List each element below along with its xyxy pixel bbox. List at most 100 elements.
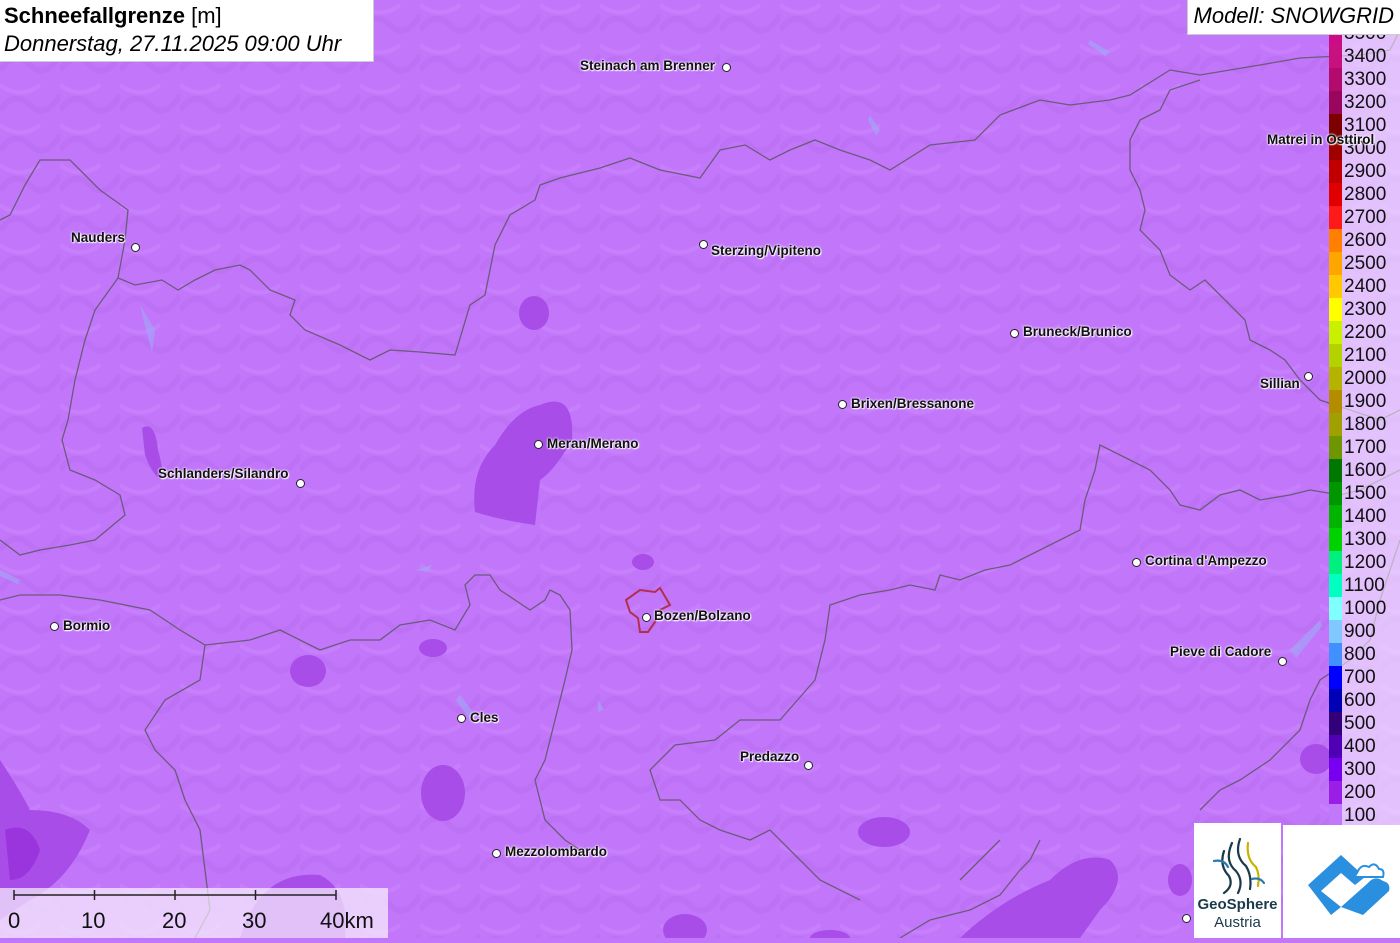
- scale-tick-0: 0: [8, 908, 21, 933]
- city-label: Pieve di Cadore: [1170, 644, 1272, 659]
- legend-swatch: [1329, 206, 1342, 229]
- city-label: Cortina d'Ampezzo: [1145, 553, 1267, 568]
- city-marker-icon: [457, 714, 466, 723]
- legend-label: 1600: [1344, 460, 1387, 481]
- legend-label: 1200: [1344, 552, 1387, 573]
- legend-row: 2700: [1329, 206, 1400, 229]
- legend-label: 1500: [1344, 483, 1387, 504]
- city-marker-icon: [131, 243, 140, 252]
- city-marker-icon: [1304, 372, 1313, 381]
- legend-label: 2300: [1344, 299, 1387, 320]
- legend-label: 2400: [1344, 276, 1387, 297]
- geosphere-austria-logo[interactable]: GeoSphere Austria: [1194, 823, 1281, 938]
- legend-row: 2200: [1329, 321, 1400, 344]
- legend-label: 100: [1344, 805, 1376, 825]
- legend-swatch: [1329, 551, 1342, 574]
- city-marker-icon: [642, 613, 651, 622]
- legend-swatch: [1329, 91, 1342, 114]
- city-marker-icon: [1182, 914, 1191, 923]
- legend-label: 2600: [1344, 230, 1387, 251]
- city-marker-icon: [722, 63, 731, 72]
- legend-row: 1600: [1329, 459, 1400, 482]
- legend-row: 2400: [1329, 275, 1400, 298]
- legend-row: 700: [1329, 666, 1400, 689]
- legend-swatch: [1329, 390, 1342, 413]
- legend-label: 3200: [1344, 92, 1387, 113]
- legend-swatch: [1329, 712, 1342, 735]
- legend-row: 1300: [1329, 528, 1400, 551]
- legend-swatch: [1329, 482, 1342, 505]
- legend-row: 1500: [1329, 482, 1400, 505]
- model-label: Modell: SNOWGRID: [1186, 0, 1400, 35]
- geosphere-emblem-icon: [1212, 837, 1266, 895]
- legend-swatch: [1329, 298, 1342, 321]
- legend-row: 2100: [1329, 344, 1400, 367]
- city-marker-icon: [1278, 657, 1287, 666]
- legend-swatch: [1329, 758, 1342, 781]
- legend-label: 1300: [1344, 529, 1387, 550]
- legend-swatch: [1329, 45, 1342, 68]
- legend-label: 2100: [1344, 345, 1387, 366]
- city-marker-icon: [296, 479, 305, 488]
- city-label: Bruneck/Brunico: [1023, 324, 1132, 339]
- home-app-logo[interactable]: [1283, 825, 1400, 938]
- legend-row: 3500: [1329, 35, 1400, 45]
- legend-swatch: [1329, 574, 1342, 597]
- legend-row: 1200: [1329, 551, 1400, 574]
- map-title-box: Schneefallgrenze [m] Donnerstag, 27.11.2…: [0, 0, 374, 62]
- legend-label: 2900: [1344, 161, 1387, 182]
- legend-swatch: [1329, 620, 1342, 643]
- legend-row: 300: [1329, 758, 1400, 781]
- legend-row: 2900: [1329, 160, 1400, 183]
- legend-row: 900: [1329, 620, 1400, 643]
- geosphere-name: GeoSphere: [1197, 896, 1278, 913]
- legend-swatch: [1329, 68, 1342, 91]
- legend-label: 400: [1344, 736, 1376, 757]
- legend-label: 500: [1344, 713, 1376, 734]
- legend-label: 900: [1344, 621, 1376, 642]
- legend-row: 800: [1329, 643, 1400, 666]
- parameter-unit: [m]: [191, 3, 222, 28]
- legend-label: 800: [1344, 644, 1376, 665]
- legend-row: 1900: [1329, 390, 1400, 413]
- legend-swatch: [1329, 597, 1342, 620]
- legend-swatch: [1329, 367, 1342, 390]
- legend-swatch: [1329, 160, 1342, 183]
- legend-row: 2600: [1329, 229, 1400, 252]
- legend-row: 1800: [1329, 413, 1400, 436]
- legend-label: 1700: [1344, 437, 1387, 458]
- legend-label: 2200: [1344, 322, 1387, 343]
- map-title: Schneefallgrenze [m]: [4, 2, 369, 30]
- legend-swatch: [1329, 413, 1342, 436]
- scale-tick-10: 10: [81, 908, 106, 933]
- city-label: Steinach am Brenner: [580, 58, 716, 73]
- legend-row: 400: [1329, 735, 1400, 758]
- legend-row: 2800: [1329, 183, 1400, 206]
- city-label: Sillian: [1260, 376, 1300, 391]
- scale-tick-20: 20: [162, 908, 187, 933]
- legend-row: 2500: [1329, 252, 1400, 275]
- legend-swatch: [1329, 689, 1342, 712]
- legend-swatch: [1329, 183, 1342, 206]
- legend-row: 100: [1329, 804, 1400, 825]
- city-label: Cles: [470, 710, 499, 725]
- parameter-name: Schneefallgrenze: [4, 3, 185, 28]
- legend-swatch: [1329, 35, 1342, 45]
- legend-swatch: [1329, 528, 1342, 551]
- city-label: Sterzing/Vipiteno: [711, 243, 822, 258]
- legend-swatch: [1329, 252, 1342, 275]
- legend-row: 500: [1329, 712, 1400, 735]
- city-marker-icon: [804, 761, 813, 770]
- city-label: Predazzo: [740, 749, 800, 764]
- legend-label: 2700: [1344, 207, 1387, 228]
- legend-label: 3300: [1344, 69, 1387, 90]
- legend-label: 1400: [1344, 506, 1387, 527]
- city-marker-icon: [50, 622, 59, 631]
- legend-row: 600: [1329, 689, 1400, 712]
- legend-row: 1700: [1329, 436, 1400, 459]
- city-label: Mezzolombardo: [505, 844, 608, 859]
- city-label: Meran/Merano: [547, 436, 639, 451]
- legend-swatch: [1329, 804, 1342, 825]
- legend-swatch: [1329, 275, 1342, 298]
- legend-label: 1100: [1344, 575, 1385, 596]
